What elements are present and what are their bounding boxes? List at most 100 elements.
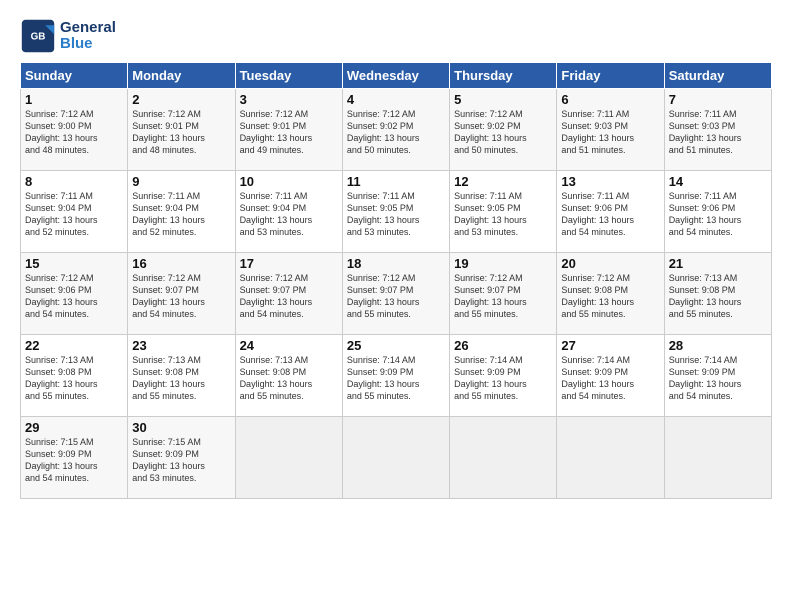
week-row: 29 Sunrise: 7:15 AMSunset: 9:09 PMDaylig… [21, 417, 772, 499]
day-number: 16 [132, 256, 230, 271]
calendar-cell: 23 Sunrise: 7:13 AMSunset: 9:08 PMDaylig… [128, 335, 235, 417]
logo-line2: Blue [60, 36, 116, 53]
day-detail: Sunrise: 7:12 AMSunset: 9:02 PMDaylight:… [347, 108, 445, 157]
day-number: 14 [669, 174, 767, 189]
day-detail: Sunrise: 7:12 AMSunset: 9:01 PMDaylight:… [132, 108, 230, 157]
day-detail: Sunrise: 7:11 AMSunset: 9:05 PMDaylight:… [454, 190, 552, 239]
col-wednesday: Wednesday [342, 63, 449, 89]
day-number: 7 [669, 92, 767, 107]
day-detail: Sunrise: 7:11 AMSunset: 9:04 PMDaylight:… [25, 190, 123, 239]
calendar-cell: 7 Sunrise: 7:11 AMSunset: 9:03 PMDayligh… [664, 89, 771, 171]
col-friday: Friday [557, 63, 664, 89]
day-detail: Sunrise: 7:11 AMSunset: 9:06 PMDaylight:… [561, 190, 659, 239]
calendar-cell: 20 Sunrise: 7:12 AMSunset: 9:08 PMDaylig… [557, 253, 664, 335]
calendar-cell: 21 Sunrise: 7:13 AMSunset: 9:08 PMDaylig… [664, 253, 771, 335]
day-detail: Sunrise: 7:11 AMSunset: 9:03 PMDaylight:… [669, 108, 767, 157]
day-number: 24 [240, 338, 338, 353]
day-detail: Sunrise: 7:14 AMSunset: 9:09 PMDaylight:… [347, 354, 445, 403]
day-number: 29 [25, 420, 123, 435]
day-number: 13 [561, 174, 659, 189]
day-detail: Sunrise: 7:14 AMSunset: 9:09 PMDaylight:… [669, 354, 767, 403]
day-detail: Sunrise: 7:12 AMSunset: 9:01 PMDaylight:… [240, 108, 338, 157]
day-detail: Sunrise: 7:12 AMSunset: 9:07 PMDaylight:… [132, 272, 230, 321]
calendar-cell: 27 Sunrise: 7:14 AMSunset: 9:09 PMDaylig… [557, 335, 664, 417]
day-number: 3 [240, 92, 338, 107]
day-number: 20 [561, 256, 659, 271]
day-number: 12 [454, 174, 552, 189]
calendar-table: Sunday Monday Tuesday Wednesday Thursday… [20, 62, 772, 499]
day-number: 11 [347, 174, 445, 189]
calendar-cell: 8 Sunrise: 7:11 AMSunset: 9:04 PMDayligh… [21, 171, 128, 253]
day-number: 25 [347, 338, 445, 353]
calendar-cell: 18 Sunrise: 7:12 AMSunset: 9:07 PMDaylig… [342, 253, 449, 335]
weekday-row: Sunday Monday Tuesday Wednesday Thursday… [21, 63, 772, 89]
week-row: 8 Sunrise: 7:11 AMSunset: 9:04 PMDayligh… [21, 171, 772, 253]
day-number: 21 [669, 256, 767, 271]
calendar-cell: 16 Sunrise: 7:12 AMSunset: 9:07 PMDaylig… [128, 253, 235, 335]
calendar-cell: 25 Sunrise: 7:14 AMSunset: 9:09 PMDaylig… [342, 335, 449, 417]
calendar-cell: 24 Sunrise: 7:13 AMSunset: 9:08 PMDaylig… [235, 335, 342, 417]
col-monday: Monday [128, 63, 235, 89]
calendar-cell: 26 Sunrise: 7:14 AMSunset: 9:09 PMDaylig… [450, 335, 557, 417]
header: GB General Blue [20, 18, 772, 54]
calendar-cell: 1 Sunrise: 7:12 AMSunset: 9:00 PMDayligh… [21, 89, 128, 171]
day-detail: Sunrise: 7:14 AMSunset: 9:09 PMDaylight:… [454, 354, 552, 403]
logo-text: General Blue [60, 20, 116, 53]
day-detail: Sunrise: 7:12 AMSunset: 9:00 PMDaylight:… [25, 108, 123, 157]
logo-line1: General [60, 20, 116, 37]
day-number: 28 [669, 338, 767, 353]
calendar-cell: 30 Sunrise: 7:15 AMSunset: 9:09 PMDaylig… [128, 417, 235, 499]
day-detail: Sunrise: 7:13 AMSunset: 9:08 PMDaylight:… [25, 354, 123, 403]
day-number: 19 [454, 256, 552, 271]
calendar-cell: 4 Sunrise: 7:12 AMSunset: 9:02 PMDayligh… [342, 89, 449, 171]
day-number: 30 [132, 420, 230, 435]
day-number: 10 [240, 174, 338, 189]
calendar-cell: 12 Sunrise: 7:11 AMSunset: 9:05 PMDaylig… [450, 171, 557, 253]
day-detail: Sunrise: 7:12 AMSunset: 9:06 PMDaylight:… [25, 272, 123, 321]
col-sunday: Sunday [21, 63, 128, 89]
calendar-cell: 29 Sunrise: 7:15 AMSunset: 9:09 PMDaylig… [21, 417, 128, 499]
calendar-cell [235, 417, 342, 499]
calendar-cell: 28 Sunrise: 7:14 AMSunset: 9:09 PMDaylig… [664, 335, 771, 417]
day-detail: Sunrise: 7:11 AMSunset: 9:03 PMDaylight:… [561, 108, 659, 157]
day-number: 18 [347, 256, 445, 271]
calendar-cell: 19 Sunrise: 7:12 AMSunset: 9:07 PMDaylig… [450, 253, 557, 335]
calendar-cell: 2 Sunrise: 7:12 AMSunset: 9:01 PMDayligh… [128, 89, 235, 171]
calendar-cell: 13 Sunrise: 7:11 AMSunset: 9:06 PMDaylig… [557, 171, 664, 253]
day-detail: Sunrise: 7:13 AMSunset: 9:08 PMDaylight:… [132, 354, 230, 403]
calendar-cell: 5 Sunrise: 7:12 AMSunset: 9:02 PMDayligh… [450, 89, 557, 171]
calendar-cell: 9 Sunrise: 7:11 AMSunset: 9:04 PMDayligh… [128, 171, 235, 253]
calendar-cell: 22 Sunrise: 7:13 AMSunset: 9:08 PMDaylig… [21, 335, 128, 417]
day-detail: Sunrise: 7:11 AMSunset: 9:06 PMDaylight:… [669, 190, 767, 239]
week-row: 22 Sunrise: 7:13 AMSunset: 9:08 PMDaylig… [21, 335, 772, 417]
day-number: 2 [132, 92, 230, 107]
day-detail: Sunrise: 7:15 AMSunset: 9:09 PMDaylight:… [25, 436, 123, 485]
day-detail: Sunrise: 7:13 AMSunset: 9:08 PMDaylight:… [669, 272, 767, 321]
calendar-page: GB General Blue Sunday Monday Tuesday We… [0, 0, 792, 509]
calendar-cell [342, 417, 449, 499]
day-number: 6 [561, 92, 659, 107]
calendar-cell: 14 Sunrise: 7:11 AMSunset: 9:06 PMDaylig… [664, 171, 771, 253]
col-thursday: Thursday [450, 63, 557, 89]
calendar-cell: 17 Sunrise: 7:12 AMSunset: 9:07 PMDaylig… [235, 253, 342, 335]
day-detail: Sunrise: 7:12 AMSunset: 9:07 PMDaylight:… [240, 272, 338, 321]
day-number: 9 [132, 174, 230, 189]
day-detail: Sunrise: 7:11 AMSunset: 9:05 PMDaylight:… [347, 190, 445, 239]
day-detail: Sunrise: 7:12 AMSunset: 9:08 PMDaylight:… [561, 272, 659, 321]
calendar-cell: 3 Sunrise: 7:12 AMSunset: 9:01 PMDayligh… [235, 89, 342, 171]
calendar-cell: 15 Sunrise: 7:12 AMSunset: 9:06 PMDaylig… [21, 253, 128, 335]
day-number: 27 [561, 338, 659, 353]
day-detail: Sunrise: 7:12 AMSunset: 9:07 PMDaylight:… [454, 272, 552, 321]
calendar-cell: 6 Sunrise: 7:11 AMSunset: 9:03 PMDayligh… [557, 89, 664, 171]
day-number: 15 [25, 256, 123, 271]
day-number: 8 [25, 174, 123, 189]
logo-icon: GB [20, 18, 56, 54]
day-number: 17 [240, 256, 338, 271]
calendar-header: Sunday Monday Tuesday Wednesday Thursday… [21, 63, 772, 89]
day-number: 5 [454, 92, 552, 107]
day-number: 23 [132, 338, 230, 353]
day-detail: Sunrise: 7:11 AMSunset: 9:04 PMDaylight:… [240, 190, 338, 239]
svg-text:GB: GB [31, 32, 46, 43]
day-detail: Sunrise: 7:14 AMSunset: 9:09 PMDaylight:… [561, 354, 659, 403]
day-number: 22 [25, 338, 123, 353]
